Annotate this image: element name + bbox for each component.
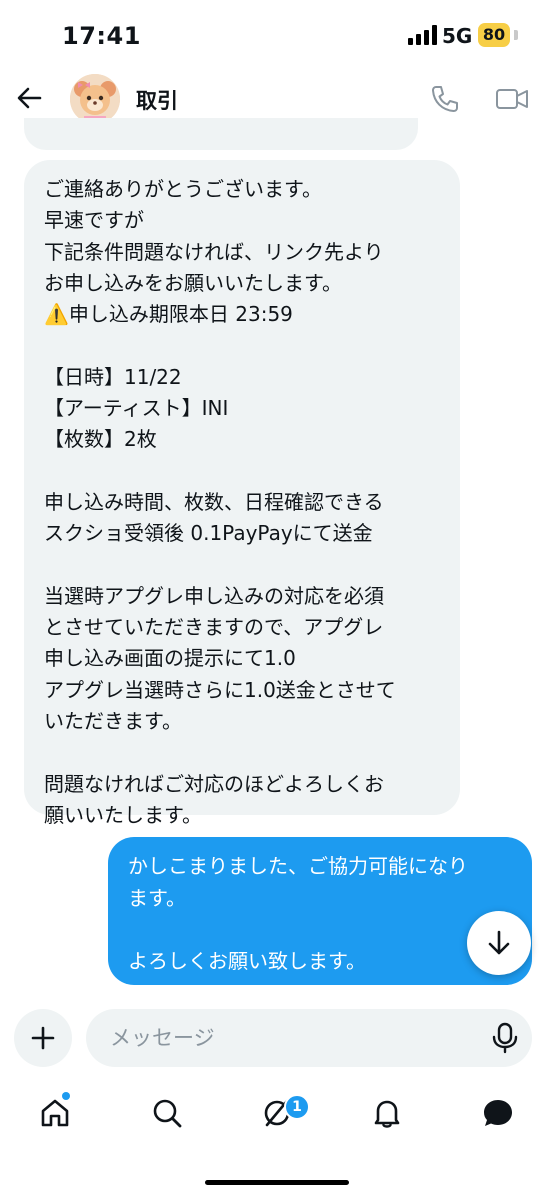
search-icon [153,1099,182,1128]
arrow-down-icon [488,930,510,955]
home-icon [41,1099,69,1127]
avatar-image [70,74,120,124]
message-line: スクショ受領後 0.1PayPayにて送金 [44,521,373,546]
phone-icon[interactable] [428,82,462,116]
message-line [44,330,442,361]
message-line: かしこまりました、ご協力可能になり [128,854,468,878]
message-line: 早速ですが [44,208,144,233]
status-bar: 17:41 5G 80 [0,0,554,70]
scroll-to-bottom-button[interactable] [467,911,531,975]
message-line: 願いいたします。 [44,802,202,827]
nav-home[interactable] [27,1085,83,1141]
signal-icon [408,25,437,45]
bottom-navigation [0,1085,554,1145]
battery-indicator: 80 [478,23,510,47]
message-line: 【アーティスト】INI [44,396,229,421]
message-line: 下記条件問題なければ、リンク先より [44,239,384,264]
message-line: ご連絡ありがとうございます。 [44,177,322,201]
add-attachment-button[interactable] [14,1009,72,1067]
message-line: ます。 [128,885,186,910]
battery-tip [514,30,518,40]
message-line: 問題なければご対応のほどよろしくお [44,771,384,796]
avatar[interactable] [70,74,120,124]
message-line: アプグレ当選時さらに1.0送金とさせて [44,677,396,702]
message-line [44,737,442,768]
message-line [44,550,442,581]
message-line [44,456,442,487]
message-line: 【枚数】2枚 [44,427,157,452]
message-line: 当選時アプグレ申し込みの対応を必須 [44,583,384,608]
home-indicator [205,1180,349,1185]
nav-notifications[interactable] [359,1085,415,1141]
network-label: 5G [442,24,473,48]
message-line: いただきます。 [44,709,182,734]
chat-title[interactable]: 取引 [136,85,178,115]
plus-icon [31,1026,55,1050]
video-icon[interactable] [494,82,530,116]
received-message-bubble[interactable]: ご連絡ありがとうございます。 早速ですが 下記条件問題なければ、リンク先より お… [24,160,460,827]
sent-message-bubble[interactable]: かしこまりました、ご協力可能になり ます。 よろしくお願い致します。 [108,837,532,985]
nav-search[interactable] [139,1085,195,1141]
back-arrow-icon[interactable] [12,80,48,116]
home-notification-dot [62,1092,70,1100]
message-line: お申し込みをお願いいたします。 [44,270,342,295]
grok-badge: 1 [284,1094,310,1120]
message-line: 【日時】11/22 [44,364,182,389]
nav-messages[interactable] [470,1085,526,1141]
message-line: 申し込み時間、枚数、日程確認できる [44,489,384,514]
messages-icon [484,1100,512,1126]
message-line: 申し込み画面の提示にて1.0 [44,646,296,671]
message-line: よろしくお願い致します。 [128,948,366,973]
status-time: 17:41 [62,22,141,50]
bell-icon [374,1100,400,1128]
previous-message-bubble [24,118,418,150]
message-line: とさせていただきますので、アプグレ [44,615,384,640]
message-input[interactable] [86,1009,532,1067]
message-line [128,914,514,946]
mic-icon[interactable] [490,1022,520,1054]
message-line: ⚠️申し込み期限本日 23:59 [44,302,293,327]
